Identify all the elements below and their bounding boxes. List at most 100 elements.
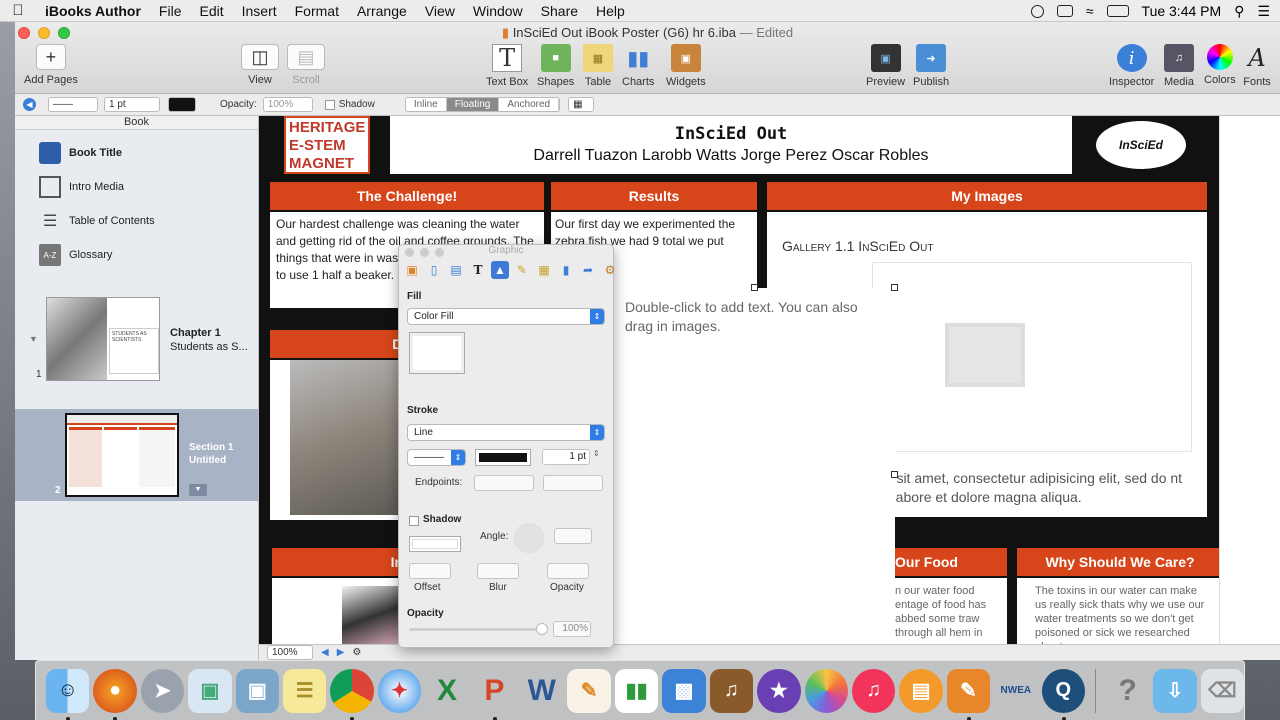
sidebar-item-glossary[interactable]: A-Z Glossary [39,244,112,266]
selection-handle[interactable] [891,471,898,478]
sidebar-item-table-of-contents[interactable]: ☰ Table of Contents [39,210,155,232]
photos-icon[interactable] [804,668,848,713]
end-endpoint-select[interactable] [543,475,603,491]
hyperlink-tab-icon[interactable]: ➦ [579,261,597,279]
opacity-field[interactable]: 100% [553,621,591,637]
wifi-icon[interactable]: ≈ [1086,3,1094,19]
challenge-header[interactable]: The Challenge! [270,182,544,210]
stroke-width-field[interactable]: 1 pt [104,97,160,112]
powerpoint-icon[interactable]: P [473,669,516,720]
selection-handle[interactable] [751,284,758,291]
pages-icon[interactable]: ✎ [567,668,611,713]
ibooks-author-icon[interactable]: ✎ [946,668,991,720]
food-box[interactable]: n our water food entage of food has abbe… [879,578,1007,644]
keynote-icon[interactable]: ▩ [662,668,706,713]
text-box-button[interactable]: T Text Box [486,44,528,88]
menu-view[interactable]: View [416,3,464,19]
selected-text-box[interactable]: Double-click to add text. You can also d… [611,288,895,644]
zoom-select[interactable]: 100% [267,645,313,660]
wrap-options-icon[interactable]: ▦ [568,97,595,112]
speaker-icon[interactable]: ◀ [23,98,36,111]
stroke-color-well[interactable] [475,449,531,466]
page-prev-icon[interactable]: ◀ [321,647,329,658]
trash-icon[interactable]: ⌫ [1200,668,1245,713]
imovie-icon[interactable]: ★ [757,668,801,713]
disclosure-triangle-icon[interactable]: ▼ [29,334,38,344]
publish-button[interactable]: ➜ Publish [913,44,949,88]
widgets-button[interactable]: ▣ Widgets [666,44,706,88]
finder-icon[interactable]: ☺ [46,668,90,720]
shadow-opacity-field[interactable] [547,563,589,579]
chapter-thumbnail[interactable]: STUDENTS AS SCIENTISTS [46,297,160,381]
food-header[interactable]: Our Food [895,548,1007,576]
notification-center-icon[interactable]: ☰ [1257,3,1270,20]
preview-app-icon[interactable]: ▣ [188,668,232,713]
fonts-button[interactable]: A Fonts [1242,44,1272,88]
menu-file[interactable]: File [150,3,191,19]
scroll-button[interactable]: ▤ Scroll [287,44,325,86]
chapter-title[interactable]: Chapter 1 [170,327,221,339]
add-pages-button[interactable]: + Add Pages [24,44,78,86]
shadow-checkbox[interactable] [409,516,419,526]
safari-icon[interactable]: ✦ [377,668,422,713]
section-menu-icon[interactable]: ▼ [189,484,207,496]
record-icon[interactable] [1030,4,1044,18]
heritage-logo[interactable]: HERITAGE E-STEM MAGNET [284,116,370,174]
menu-app-name[interactable]: iBooks Author [36,3,150,19]
menu-clock[interactable]: Tue 3:44 PM [1142,3,1222,19]
media-button[interactable]: ♫ Media [1164,44,1194,88]
apple-menu-icon[interactable]:  [0,2,36,19]
my-images-header[interactable]: My Images [767,182,1207,210]
stroke-width-stepper[interactable]: ⇕ [593,449,600,458]
wrap-anchored-button[interactable]: Anchored [499,98,560,111]
results-header[interactable]: Results [551,182,757,210]
opacity-field[interactable]: 100% [262,97,313,112]
stroke-color-well[interactable] [168,97,196,112]
quicktime-tab-icon[interactable]: ⚙ [601,261,619,279]
angle-dial[interactable] [514,523,544,553]
wrap-floating-button[interactable]: Floating [446,98,500,111]
launchpad-icon[interactable]: ➤ [140,668,185,713]
menu-edit[interactable]: Edit [190,3,232,19]
stroke-width-field[interactable]: 1 pt [542,449,590,465]
ibooks-icon[interactable]: ▤ [899,668,943,713]
wrap-inline-button[interactable]: Inline [405,98,447,111]
shapes-button[interactable]: ■ Shapes [537,44,574,88]
fill-color-well[interactable] [409,332,465,374]
itunes-icon[interactable]: ♫ [851,668,896,713]
chart-tab-icon[interactable]: ▮ [557,261,575,279]
gallery-frame[interactable] [872,262,1192,452]
numbers-icon[interactable]: ▮▮ [614,668,659,713]
document-status[interactable]: — Edited [740,25,793,40]
widget-tab-icon[interactable]: ▤ [447,261,465,279]
view-button[interactable]: ◫ View [241,44,279,86]
menu-share[interactable]: Share [532,3,587,19]
gear-icon[interactable]: ⚙ [352,647,361,658]
line-style-select[interactable]: ——— ⇕ [407,449,466,466]
section-thumbnail[interactable] [65,413,179,497]
menu-format[interactable]: Format [286,3,348,19]
care-header[interactable]: Why Should We Care? [1017,548,1219,576]
help-icon[interactable]: ? [1106,669,1149,713]
offset-field[interactable] [409,563,451,579]
insciEd-logo[interactable]: InSciEd [1093,118,1189,172]
graphic-tab-icon[interactable]: ▲ [491,261,509,279]
chrome-icon[interactable] [330,668,374,720]
inspector-button[interactable]: i Inspector [1109,44,1154,88]
quicktime-icon[interactable]: Q [1041,668,1085,720]
title-banner[interactable]: InSciEd Out Darrell Tuazon Larobb Watts … [390,116,1072,174]
fill-type-select[interactable]: Color Fill ⇕ [407,308,605,325]
excel-icon[interactable]: X [425,669,468,713]
table-button[interactable]: ▦ Table [583,44,613,88]
menu-window[interactable]: Window [464,3,532,19]
charts-button[interactable]: ▮▮ Charts [622,44,654,89]
word-icon[interactable]: W [520,669,563,713]
menu-arrange[interactable]: Arrange [348,3,416,19]
airplay-icon[interactable] [1056,5,1073,17]
blur-field[interactable] [477,563,519,579]
notes-icon[interactable]: ☰ [283,668,327,713]
colors-button[interactable]: Colors [1204,44,1236,86]
care-box[interactable]: The toxins in our water can make us real… [1017,578,1219,644]
menu-help[interactable]: Help [587,3,634,19]
angle-field[interactable] [554,528,592,544]
